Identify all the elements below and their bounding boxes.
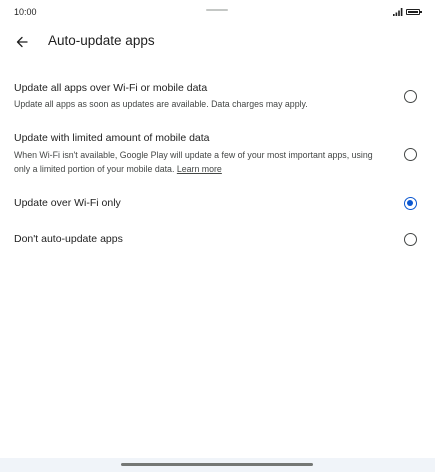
navigation-bar xyxy=(0,458,435,472)
app-bar: Auto-update apps xyxy=(0,26,435,58)
radio-button-selected[interactable] xyxy=(404,197,417,210)
option-description: Update all apps as soon as updates are a… xyxy=(14,99,308,109)
signal-icon xyxy=(393,8,403,16)
radio-button[interactable] xyxy=(404,148,417,161)
status-icons xyxy=(393,7,422,17)
option-title: Update with limited amount of mobile dat… xyxy=(14,132,210,144)
status-bar: 10:00 xyxy=(0,0,435,24)
top-handle xyxy=(206,9,228,11)
option-title: Update over Wi-Fi only xyxy=(14,197,121,209)
option-dont-auto-update[interactable]: Don't auto-update apps xyxy=(0,228,435,252)
page-title: Auto-update apps xyxy=(48,33,155,48)
option-all-networks[interactable]: Update all apps over Wi-Fi or mobile dat… xyxy=(0,78,435,118)
option-limited-mobile-data[interactable]: Update with limited amount of mobile dat… xyxy=(0,128,435,182)
home-indicator[interactable] xyxy=(121,463,313,466)
radio-button[interactable] xyxy=(404,90,417,103)
option-description: When Wi-Fi isn't available, Google Play … xyxy=(14,148,382,176)
radio-button[interactable] xyxy=(404,233,417,246)
status-time: 10:00 xyxy=(14,7,37,17)
battery-icon xyxy=(406,9,422,15)
learn-more-link[interactable]: Learn more xyxy=(177,164,222,174)
option-title: Don't auto-update apps xyxy=(14,233,123,245)
option-wifi-only[interactable]: Update over Wi-Fi only xyxy=(0,192,435,216)
option-title: Update all apps over Wi-Fi or mobile dat… xyxy=(14,82,208,94)
back-arrow-icon[interactable] xyxy=(12,32,32,52)
